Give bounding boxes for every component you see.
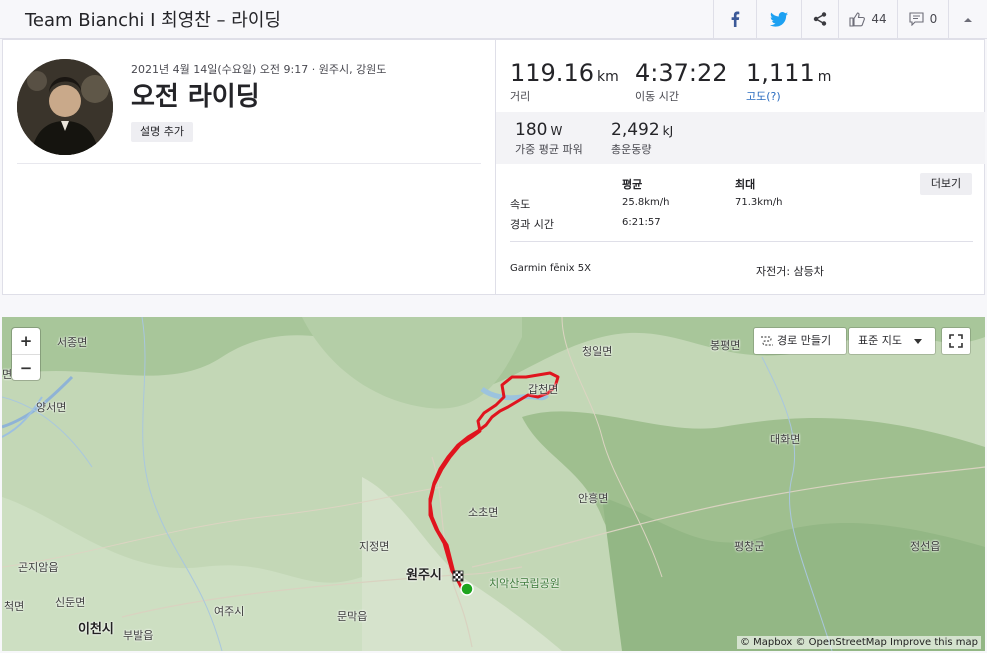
elevation-label-link[interactable]: 고도(?) [746,88,831,104]
map-style-label: 표준 지도 [858,334,902,347]
map-attribution[interactable]: © Mapbox © OpenStreetMap Improve this ma… [736,636,981,649]
map-place-label: 대화면 [770,433,801,446]
activity-summary-card: 2021년 4월 14일(수요일) 오전 9:17 · 원주시, 강원도 오전 … [2,39,985,295]
map-place-label: 서종면 [57,336,88,349]
stat-energy: 2,492 kJ 총운동량 [611,120,673,157]
route-track [428,371,560,596]
page-title: Team Bianchi I 최영찬 – 라이딩 [25,10,281,31]
device-name: Garmin fēnix 5X [510,263,591,274]
share-button[interactable] [801,0,838,38]
finish-flag-icon [452,570,464,582]
add-description-button[interactable]: 설명 추가 [131,122,193,142]
caret-down-icon [914,339,922,344]
activity-date-location: 2021년 4월 14일(수요일) 오전 9:17 · 원주시, 강원도 [131,63,387,76]
zoom-controls: + − [12,328,40,380]
map-place-label: 지정면 [359,540,390,553]
activity-map[interactable]: 서종면 양서면 청일면 봉평면 갑천면 대화면 안흥면 소초면 지정면 원주시 … [2,317,985,651]
map-place-label: 곤지암읍 [18,561,59,574]
map-place-label: 문막읍 [337,610,368,623]
stat-moving-time: 4:37:22 이동 시간 [635,59,728,104]
zoom-out-button[interactable]: − [12,355,40,381]
speed-max: 71.3km/h [735,197,783,208]
map-place-label: 정선읍 [910,540,941,553]
avatar-photo [17,59,113,155]
divider [17,163,481,164]
map-park-label: 치악산국립공원 [489,577,560,590]
map-place-label: 갑천면 [528,383,559,396]
bike-name: 자전거: 삼등차 [756,265,824,278]
comment-icon [909,12,924,26]
map-style-dropdown[interactable]: 표준 지도 [849,328,935,354]
weighted-power-label: 가중 평균 파워 [515,143,583,156]
elevation-value: 1,111 [746,59,815,87]
distance-unit: km [596,69,619,85]
twitter-icon [770,11,788,27]
map-city-label: 이천시 [78,622,114,637]
row-label-speed: 속도 [510,198,531,211]
stat-weighted-power: 180 W 가중 평균 파워 [515,120,583,157]
facebook-icon [731,11,740,27]
moving-time-value: 4:37:22 [635,59,728,87]
facebook-share-button[interactable] [713,0,756,38]
fullscreen-icon [949,334,963,348]
comments-button[interactable]: 0 [897,0,948,38]
map-place-label: 면 [2,368,13,381]
weighted-power-unit: W [550,124,563,138]
distance-label: 거리 [510,90,531,103]
comment-count: 0 [929,12,938,26]
stat-elevation: 1,111 m 고도(?) [746,59,831,104]
energy-value: 2,492 [611,120,660,140]
map-place-label: 여주시 [214,605,245,618]
twitter-share-button[interactable] [756,0,801,38]
collapse-button[interactable] [948,0,987,38]
create-route-label: 경로 만들기 [777,334,832,347]
header-actions: 44 0 [713,0,987,38]
col-header-avg: 평균 [622,178,643,191]
activity-header: Team Bianchi I 최영찬 – 라이딩 44 0 [0,0,987,39]
map-city-label: 원주시 [406,568,442,583]
fullscreen-button[interactable] [942,328,970,354]
athlete-avatar[interactable] [17,59,113,155]
share-icon [813,12,827,26]
energy-label: 총운동량 [611,143,652,156]
secondary-stats: 180 W 가중 평균 파워 2,492 kJ 총운동량 [496,112,985,164]
kudos-count: 44 [871,12,887,26]
divider [510,241,973,242]
energy-unit: kJ [662,124,674,138]
route-icon [761,336,773,346]
stats-panel: 119.16 km 거리 4:37:22 이동 시간 1,111 m 고도(?) 1… [495,40,985,294]
map-place-label: 소초면 [468,506,499,519]
speed-avg: 25.8km/h [622,197,670,208]
map-place-label: 청일면 [582,345,613,358]
map-place-label: 신둔면 [55,596,86,609]
elapsed-time-avg: 6:21:57 [622,217,661,228]
elevation-unit: m [817,69,832,85]
map-place-label: 척면 [4,600,25,613]
map-place-label: 양서면 [36,401,67,414]
zoom-in-button[interactable]: + [12,328,40,355]
col-header-max: 최대 [735,178,756,191]
thumbs-up-icon [849,11,866,27]
distance-value: 119.16 [510,59,594,87]
weighted-power-value: 180 [515,120,548,140]
map-place-label: 봉평면 [710,339,741,352]
map-place-label: 평창군 [734,540,765,553]
create-route-button[interactable]: 경로 만들기 [754,328,846,354]
more-button[interactable]: 더보기 [920,173,972,195]
start-marker [460,582,474,596]
activity-title: 오전 라이딩 [131,82,260,112]
row-label-elapsed-time: 경과 시간 [510,218,554,231]
map-place-label: 안흥면 [578,492,609,505]
chevron-up-icon [964,17,972,22]
stat-distance: 119.16 km 거리 [510,59,619,104]
map-place-label: 부발읍 [123,629,154,642]
moving-time-label: 이동 시간 [635,90,679,103]
kudos-button[interactable]: 44 [838,0,897,38]
